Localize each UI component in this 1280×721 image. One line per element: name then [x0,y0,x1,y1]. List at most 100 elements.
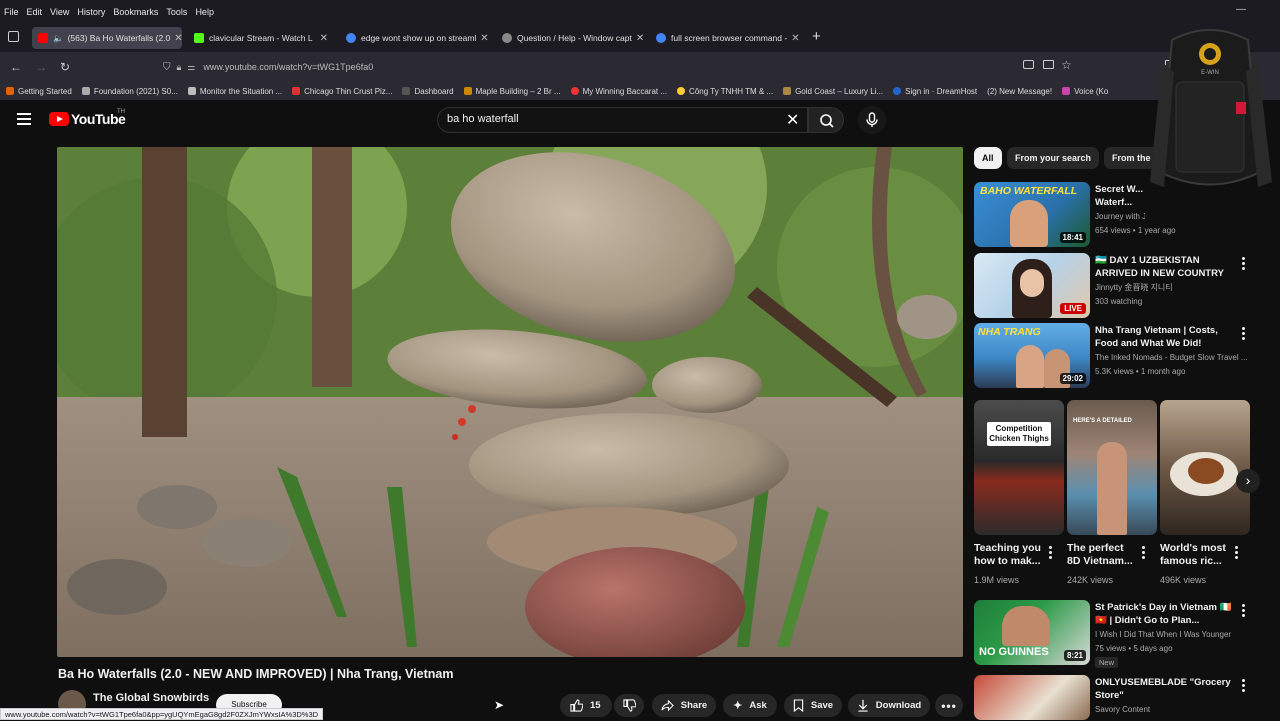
menu-edit[interactable]: Edit [27,7,43,17]
tab-obs-forum[interactable]: Question / Help - Window capt ✕ [496,27,646,49]
tab-list-icon[interactable] [8,31,19,42]
tab-kick[interactable]: clavicular Stream - Watch L ✕ [188,27,334,49]
chip-from-your-search[interactable]: From your search [1007,147,1100,169]
bookmark-item[interactable]: Sign in · DreamHost [893,87,977,96]
video-title[interactable]: St Patrick's Day in Vietnam 🇮🇪 🇻🇳 | Didn… [1095,601,1237,627]
shorts-title[interactable]: World's most famous ric... [1160,542,1232,570]
chip-all[interactable]: All [974,147,1002,169]
close-tab-icon[interactable]: ✕ [476,33,488,44]
bookmark-item[interactable]: Voice (Ko [1062,87,1108,96]
reload-button[interactable]: ↻ [60,60,70,74]
video-thumbnail[interactable]: BAHO WATERFALL 18:41 [974,182,1090,247]
menu-bar: File Edit View History Bookmarks Tools H… [0,0,1280,24]
bookmark-item[interactable]: Getting Started [6,87,72,96]
download-button[interactable]: Download [848,694,930,717]
thumbnail-person [1016,345,1044,388]
address-bar[interactable]: ⛉ 🔒︎ ⚌ www.youtube.com/watch?v=tWG1Tpe6f… [155,57,1085,77]
more-options-icon[interactable] [1242,604,1245,619]
shorts-title[interactable]: Teaching you how to mak... [974,542,1046,570]
bookmark-item[interactable]: (2) New Message! [987,87,1052,96]
video-thumbnail[interactable]: NHA TRANG 29:02 [974,323,1090,388]
menu-view[interactable]: View [50,7,69,17]
bookmark-item[interactable]: Gold Coast – Luxury Li... [783,87,883,96]
chevron-right-icon[interactable]: › [1236,469,1260,493]
more-options-icon[interactable] [1142,546,1145,561]
video-thumbnail[interactable] [974,675,1090,720]
like-count: 15 [590,700,601,711]
speaker-icon[interactable]: 🔈 [53,33,64,44]
video-title[interactable]: Secret W... Waterf... [1095,183,1145,209]
bookmark-item[interactable]: Công Ty TNHH TM & ... [677,87,773,96]
close-tab-icon[interactable]: ✕ [316,33,328,44]
shorts-thumbnail[interactable]: Competition Chicken Thighs [974,400,1064,535]
clear-search-icon[interactable]: ✕ [786,110,799,130]
shield-icon[interactable]: ⛉ [163,62,171,73]
bookmark-star-icon[interactable]: ☆ [1061,58,1072,72]
video-title[interactable]: 🇺🇿 DAY 1 UZBEKISTAN ARRIVED IN NEW COUNT… [1095,254,1237,280]
share-button[interactable]: Share [652,694,716,717]
search-button[interactable] [808,107,844,133]
dislike-button[interactable] [614,694,644,717]
shorts-thumbnail[interactable] [1160,400,1250,535]
bookmark-item[interactable]: Dashboard [402,87,454,96]
channel-name[interactable]: Journey with Jack [1095,211,1145,223]
channel-name[interactable]: Jinnytty 金晋晓 지니티 [1095,282,1235,294]
menu-icon[interactable] [17,113,31,125]
like-button[interactable]: 15 [560,694,612,717]
video-thumbnail[interactable]: LIVE [974,253,1090,318]
close-tab-icon[interactable]: ✕ [632,33,644,44]
back-button[interactable]: ← [10,60,22,74]
more-actions-button[interactable]: ••• [935,694,963,717]
thumbnail-text: NO GUINNES [979,646,1049,658]
shorts-thumbnail[interactable]: HERE'S A DETAILED [1067,400,1157,535]
new-tab-button[interactable]: + [812,28,821,45]
menu-file[interactable]: File [4,7,19,17]
close-tab-icon[interactable]: ✕ [787,33,799,44]
menu-history[interactable]: History [77,7,105,17]
country-code: TH [117,109,125,115]
minimize-window-button[interactable]: — [1236,4,1246,15]
google-favicon-icon [656,33,666,43]
more-options-icon[interactable] [1242,327,1245,342]
menu-bookmarks[interactable]: Bookmarks [113,7,158,17]
bookmark-item[interactable]: Chicago Thin Crust Piz... [292,87,392,96]
bookmark-item[interactable]: Maple Building – 2 Br ... [463,87,561,96]
channel-name[interactable]: Savory Content [1095,704,1150,716]
tab-google-edge[interactable]: edge wont show up on streaml ✕ [340,27,490,49]
reader-view-icon[interactable] [1043,60,1054,69]
channel-name[interactable]: The Inked Nomads - Budget Slow Travel ..… [1095,352,1249,364]
ask-button[interactable]: ✦ Ask [723,694,777,717]
video-title: Ba Ho Waterfalls (2.0 - NEW AND IMPROVED… [58,667,454,681]
tab-label: Question / Help - Window capt [517,33,632,43]
video-player[interactable] [57,147,963,657]
save-button[interactable]: Save [784,694,842,717]
shorts-title[interactable]: The perfect 8D Vietnam... [1067,542,1139,570]
lock-icon[interactable]: 🔒︎ [177,62,182,73]
video-title[interactable]: ONLYUSEMEBLADE "Grocery Store" [1095,676,1237,702]
more-options-icon[interactable] [1235,546,1238,561]
tab-google-fullscreen[interactable]: full screen browser command - ✕ [650,27,800,49]
picture-in-picture-icon[interactable] [1023,60,1034,69]
menu-tools[interactable]: Tools [166,7,187,17]
menu-help[interactable]: Help [195,7,214,17]
bookmark-item[interactable]: Monitor the Situation ... [187,87,282,96]
permissions-icon[interactable]: ⚌ [187,62,195,73]
close-tab-icon[interactable]: ✕ [170,33,182,44]
forward-button[interactable]: → [35,60,47,74]
youtube-logo-icon[interactable] [49,112,69,126]
bookmark-item[interactable]: My Winning Baccarat ... [570,87,667,96]
more-options-icon[interactable] [1242,679,1245,694]
bookmark-item[interactable]: Foundation (2021) S0... [81,87,178,96]
tab-youtube[interactable]: 🔈 (563) Ba Ho Waterfalls (2.0 ✕ [32,27,182,49]
more-options-icon[interactable] [1242,257,1245,272]
page-icon [1062,87,1071,95]
microphone-icon [866,112,878,127]
bookmark-icon [793,699,804,712]
video-title[interactable]: Nha Trang Vietnam | Costs, Food and What… [1095,324,1237,350]
video-thumbnail[interactable]: NO GUINNES 8:21 [974,600,1090,665]
channel-name[interactable]: The Global Snowbirds [93,692,209,704]
channel-name[interactable]: I Wish I Did That When I Was Younger [1095,629,1249,641]
search-input-value[interactable]: ba ho waterfall [447,113,519,125]
more-options-icon[interactable] [1049,546,1052,561]
voice-search-button[interactable] [858,106,886,134]
